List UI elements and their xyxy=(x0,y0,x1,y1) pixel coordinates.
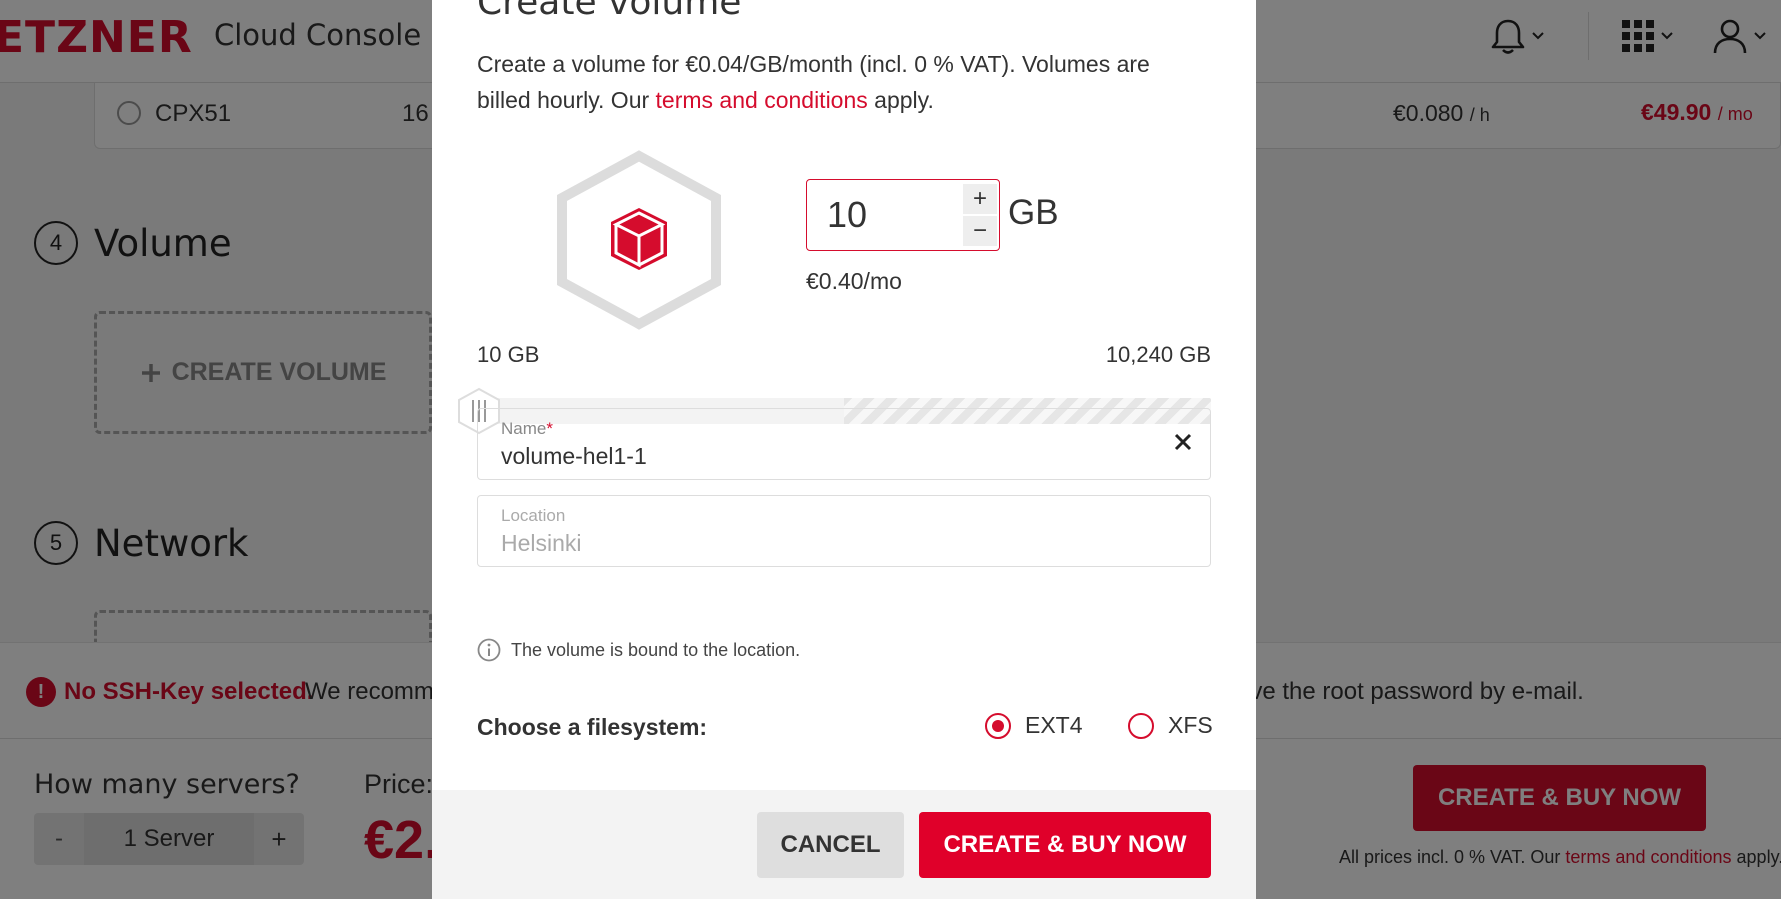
size-decrement-button[interactable]: − xyxy=(963,216,997,246)
size-range-max: 10,240 GB xyxy=(1105,342,1211,367)
radio-unselected-icon xyxy=(1128,712,1154,739)
create-buy-button[interactable]: CREATE & BUY NOW xyxy=(919,812,1211,878)
terms-link[interactable]: terms and conditions xyxy=(656,87,868,113)
location-info-text: The volume is bound to the location. xyxy=(511,639,801,660)
filesystem-label: Choose a filesystem: xyxy=(477,714,708,740)
create-volume-dialog: Create volume Create a volume for €0.04/… xyxy=(432,0,1256,899)
filesystem-option-label: EXT4 xyxy=(1025,712,1083,738)
size-increment-button[interactable]: + xyxy=(963,184,997,214)
required-marker: * xyxy=(546,419,553,438)
volume-name-input[interactable]: volume-hel1-1 xyxy=(501,443,647,470)
location-info: The volume is bound to the location. xyxy=(477,638,800,662)
volume-size-input[interactable]: 10 xyxy=(827,194,867,236)
intro-suffix: apply. xyxy=(874,87,934,113)
dialog-footer: CANCEL CREATE & BUY NOW xyxy=(432,790,1256,899)
volume-monthly-price: €0.40/mo xyxy=(806,268,902,294)
dialog-title: Create volume xyxy=(477,0,742,23)
info-icon xyxy=(477,638,501,662)
dialog-intro: Create a volume for €0.04/GB/month (incl… xyxy=(477,46,1207,118)
name-label: Name* xyxy=(501,419,553,439)
volume-location-field: Location Helsinki xyxy=(477,495,1211,567)
filesystem-option-xfs[interactable]: XFS xyxy=(1128,712,1213,739)
clear-icon[interactable] xyxy=(1172,431,1194,453)
cancel-button[interactable]: CANCEL xyxy=(757,812,904,878)
filesystem-option-ext4[interactable]: EXT4 xyxy=(985,712,1083,739)
name-label-text: Name xyxy=(501,419,547,438)
volume-size-stepper: 10 + − xyxy=(806,179,1000,251)
size-range-min: 10 GB xyxy=(477,342,540,367)
volume-cube-icon xyxy=(557,150,721,330)
location-value: Helsinki xyxy=(501,530,582,556)
volume-name-field[interactable]: Name* volume-hel1-1 xyxy=(477,408,1211,480)
filesystem-option-label: XFS xyxy=(1168,712,1213,738)
volume-size-unit: GB xyxy=(1008,193,1059,232)
radio-selected-icon xyxy=(985,712,1011,739)
location-label: Location xyxy=(501,506,566,525)
